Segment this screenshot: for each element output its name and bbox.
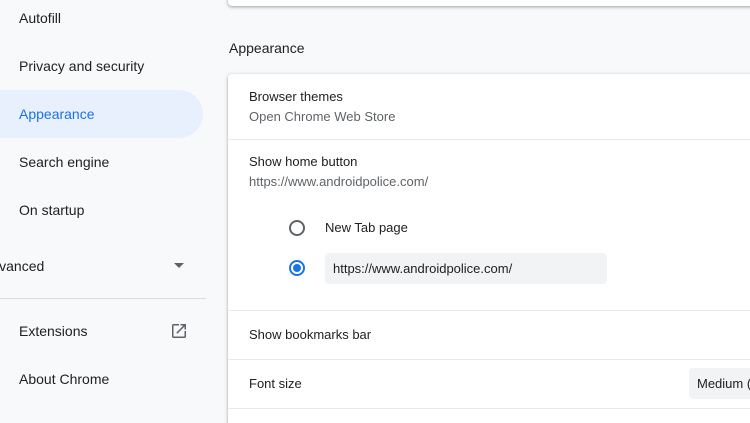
settings-sidebar: Autofill Privacy and security Appearance… bbox=[0, 0, 215, 423]
sidebar-advanced-toggle[interactable]: Advanced bbox=[0, 242, 203, 290]
new-tab-page-label: New Tab page bbox=[325, 220, 408, 235]
sidebar-item-label: On startup bbox=[19, 202, 85, 218]
sidebar-item-autofill[interactable]: Autofill bbox=[0, 0, 203, 42]
home-button-title: Show home button bbox=[249, 154, 358, 169]
bookmarks-bar-title: Show bookmarks bar bbox=[249, 327, 372, 342]
sidebar-item-label: Extensions bbox=[19, 323, 88, 339]
row-divider bbox=[228, 408, 750, 409]
browser-themes-title: Browser themes bbox=[249, 89, 343, 104]
sidebar-item-privacy-and-security[interactable]: Privacy and security bbox=[0, 42, 203, 90]
new-tab-page-radio[interactable] bbox=[289, 220, 305, 236]
sidebar-item-about-chrome[interactable]: About Chrome bbox=[0, 355, 203, 403]
sidebar-item-label: Search engine bbox=[19, 154, 110, 170]
sidebar-item-appearance[interactable]: Appearance bbox=[0, 90, 203, 138]
home-url-input[interactable] bbox=[325, 253, 607, 284]
row-divider bbox=[228, 139, 750, 140]
sidebar-divider bbox=[0, 298, 206, 299]
caret-down-icon bbox=[174, 263, 184, 268]
sidebar-advanced-label: Advanced bbox=[0, 258, 45, 274]
sidebar-item-label: Appearance bbox=[19, 106, 95, 122]
appearance-card: Browser themes Open Chrome Web Store Sho… bbox=[228, 74, 750, 423]
browser-themes-row[interactable] bbox=[228, 74, 750, 139]
section-title-appearance: Appearance bbox=[229, 40, 305, 56]
settings-page: Autofill Privacy and security Appearance… bbox=[0, 0, 750, 423]
custom-url-radio[interactable] bbox=[289, 260, 305, 276]
row-divider bbox=[228, 359, 750, 360]
sidebar-item-label: Autofill bbox=[19, 10, 62, 26]
sidebar-item-search-engine[interactable]: Search engine bbox=[0, 138, 203, 186]
previous-section-card bbox=[228, 0, 750, 6]
open-in-new-icon[interactable] bbox=[170, 322, 188, 340]
font-size-title: Font size bbox=[249, 376, 302, 391]
font-size-select[interactable]: Medium (recommended) bbox=[689, 368, 750, 399]
sidebar-item-on-startup[interactable]: On startup bbox=[0, 186, 203, 234]
sidebar-item-label: Privacy and security bbox=[19, 58, 145, 74]
home-button-url: https://www.androidpolice.com/ bbox=[249, 174, 429, 189]
sidebar-item-label: About Chrome bbox=[19, 371, 110, 387]
browser-themes-subtitle: Open Chrome Web Store bbox=[249, 109, 396, 124]
